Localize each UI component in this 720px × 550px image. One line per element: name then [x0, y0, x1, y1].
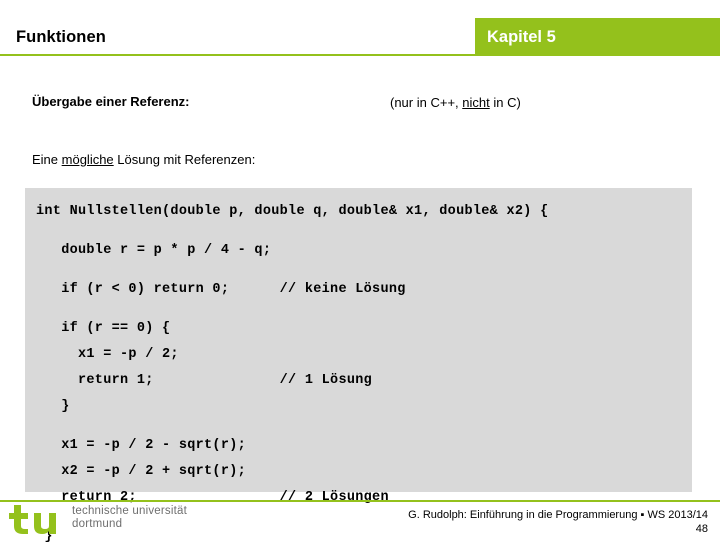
code-line: x2 = -p / 2 + sqrt(r);	[36, 464, 247, 479]
code-line: x1 = -p / 2;	[36, 347, 179, 362]
footer-credit: G. Rudolph: Einführung in die Programmie…	[408, 509, 708, 521]
solution-subheading-suffix: Lösung mit Referenzen:	[113, 152, 256, 167]
code-line: int Nullstellen(double p, double q, doub…	[36, 204, 549, 219]
solution-subheading: Eine mögliche Lösung mit Referenzen:	[32, 152, 255, 167]
tu-logo-line2: dortmund	[72, 518, 123, 530]
header-bottom-rule	[0, 54, 720, 56]
code-spacer	[36, 420, 692, 433]
code-line: }	[36, 399, 70, 414]
language-note-prefix: (nur in C++,	[390, 95, 463, 110]
code-line: if (r < 0) return 0; // keine Lösung	[36, 282, 406, 297]
header-chapter-zone: Kapitel 5	[475, 18, 720, 56]
code-block: int Nullstellen(double p, double q, doub…	[25, 188, 692, 544]
code-line: return 1; // 1 Lösung	[36, 373, 373, 388]
code-line: x1 = -p / 2 - sqrt(r);	[36, 438, 247, 453]
code-spacer	[36, 264, 692, 277]
page-title: Funktionen	[16, 27, 106, 46]
chapter-label: Kapitel 5	[487, 27, 556, 46]
footer-rule	[0, 500, 720, 502]
page-number: 48	[695, 523, 708, 535]
tu-logo-wordmark: technische universität dortmund	[72, 505, 187, 531]
language-note-suffix: in C)	[489, 95, 521, 110]
header-title-zone: Funktionen	[0, 18, 475, 56]
tu-dortmund-logo: technische universität dortmund	[8, 504, 187, 534]
solution-subheading-emphasis: mögliche	[61, 152, 114, 167]
code-spacer	[36, 303, 692, 316]
tu-logo-line1: technische universität	[72, 505, 187, 517]
language-note-emphasis: nicht	[462, 95, 490, 110]
code-line: double r = p * p / 4 - q;	[36, 243, 272, 258]
solution-subheading-prefix: Eine	[32, 152, 62, 167]
tu-logo-icon	[9, 505, 56, 534]
slide-header: Funktionen Kapitel 5	[0, 18, 720, 56]
language-note: (nur in C++, nicht in C)	[390, 95, 521, 110]
code-spacer	[36, 225, 692, 238]
section-heading: Übergabe einer Referenz:	[32, 94, 190, 109]
code-line: if (r == 0) {	[36, 321, 171, 336]
